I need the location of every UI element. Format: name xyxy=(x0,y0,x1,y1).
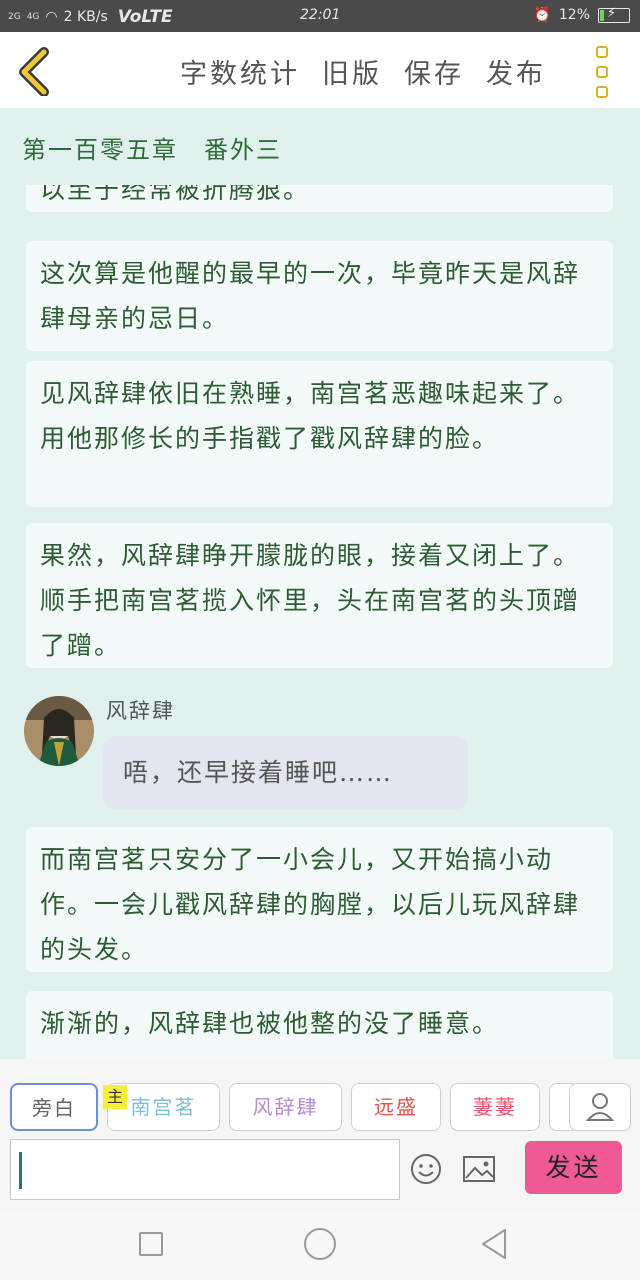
signal-2g: 2G xyxy=(8,12,21,22)
emoji-icon xyxy=(411,1154,441,1184)
text-caret xyxy=(19,1152,22,1189)
dialogue-bubble[interactable]: 唔，还早接着睡吧…… xyxy=(103,736,468,810)
message-input[interactable] xyxy=(10,1139,400,1200)
character-chip-narrator[interactable]: 旁白 xyxy=(10,1083,98,1131)
character-avatar-image xyxy=(24,696,94,766)
chapter-title: 第一百零五章 番外三 xyxy=(22,136,282,164)
paragraph-block[interactable]: 而南宫茗只安分了一小会儿，又开始搞小动作。一会儿戳风辞肆的胸膛，以后儿玩风辞肆的… xyxy=(26,827,613,972)
character-chip-qiqi[interactable]: 萋萋 xyxy=(450,1083,540,1131)
story-content[interactable]: 以至于经常被折腾狠。 这次算是他醒的最早的一次，毕竟昨天是风辞肆母亲的忌日。 见… xyxy=(0,185,640,1059)
menu-dot-icon xyxy=(596,66,608,78)
paragraph-block[interactable]: 见风辞肆依旧在熟睡，南宫茗恶趣味起来了。用他那修长的手指戳了戳风辞肆的脸。 xyxy=(26,361,613,507)
image-button[interactable] xyxy=(462,1154,496,1184)
chip-label: 旁白 xyxy=(32,1096,76,1120)
recent-apps-button[interactable] xyxy=(139,1232,163,1256)
paragraph-block[interactable]: 渐渐的，风辞肆也被他整的没了睡意。 xyxy=(26,991,613,1059)
user-icon xyxy=(585,1093,615,1121)
composer-panel: 旁白 南宫茗 主 风辞肆 远盛 萋萋 发送 xyxy=(0,1059,640,1211)
system-nav-bar xyxy=(0,1211,640,1280)
image-icon xyxy=(463,1156,495,1182)
battery-percent: 12% xyxy=(558,7,590,23)
emoji-button[interactable] xyxy=(410,1153,442,1185)
word-count-button[interactable]: 字数统计 xyxy=(180,52,300,91)
menu-dot-icon xyxy=(596,86,608,98)
alarm-icon: ⏰ xyxy=(533,7,551,23)
menu-dot-icon xyxy=(596,46,608,58)
toolbar-actions: 字数统计 旧版 保存 发布 xyxy=(180,52,546,91)
chip-label: 风辞肆 xyxy=(252,1095,319,1119)
character-chip-yuansheng[interactable]: 远盛 xyxy=(351,1083,441,1131)
save-button[interactable]: 保存 xyxy=(404,52,464,91)
speaker-name: 风辞肆 xyxy=(106,699,175,723)
battery-icon: ⚡ xyxy=(598,5,630,23)
paragraph-block[interactable]: 以至于经常被折腾狠。 xyxy=(26,185,613,212)
paragraph-block[interactable]: 果然，风辞肆睁开朦胧的眼，接着又闭上了。顺手把南宫茗揽入怀里，头在南宫茗的头顶蹭… xyxy=(26,523,613,668)
character-avatar[interactable] xyxy=(24,696,94,766)
top-toolbar: 字数统计 旧版 保存 发布 xyxy=(0,32,640,108)
network-speed: 2 KB/s xyxy=(63,9,108,25)
main-character-badge: 主 xyxy=(103,1085,127,1109)
paragraph-text: 渐渐的，风辞肆也被他整的没了睡意。 xyxy=(40,1009,500,1038)
battery-fill xyxy=(600,9,604,21)
character-manager-button[interactable] xyxy=(569,1083,631,1131)
paragraph-text: 以至于经常被折腾狠。 xyxy=(40,185,311,204)
signal-4g: 4G xyxy=(26,12,40,22)
charging-icon: ⚡ xyxy=(607,5,617,21)
paragraph-text: 而南宫茗只安分了一小会儿，又开始搞小动作。一会儿戳风辞肆的胸膛，以后儿玩风辞肆的… xyxy=(40,845,581,964)
old-version-button[interactable]: 旧版 xyxy=(322,52,382,91)
paragraph-text: 果然，风辞肆睁开朦胧的眼，接着又闭上了。顺手把南宫茗揽入怀里，头在南宫茗的头顶蹭… xyxy=(40,541,581,660)
send-button[interactable]: 发送 xyxy=(525,1141,622,1194)
volte-label: VoLTE xyxy=(117,7,173,27)
more-menu-button[interactable] xyxy=(596,46,614,98)
dialogue-text: 唔，还早接着睡吧…… xyxy=(123,758,394,787)
paragraph-text: 这次算是他醒的最早的一次，毕竟昨天是风辞肆母亲的忌日。 xyxy=(40,259,581,333)
chevron-left-icon xyxy=(19,47,49,97)
back-button[interactable] xyxy=(10,46,60,97)
back-triangle-icon xyxy=(482,1229,506,1259)
nav-back-button[interactable] xyxy=(478,1227,508,1261)
publish-button[interactable]: 发布 xyxy=(486,52,546,91)
paragraph-block[interactable]: 这次算是他醒的最早的一次，毕竟昨天是风辞肆母亲的忌日。 xyxy=(26,241,613,351)
clock: 22:01 xyxy=(300,7,341,23)
paragraph-text: 见风辞肆依旧在熟睡，南宫茗恶趣味起来了。用他那修长的手指戳了戳风辞肆的脸。 xyxy=(40,379,581,453)
wifi-icon: ◠ xyxy=(45,9,58,25)
chip-label: 萋萋 xyxy=(473,1095,517,1119)
chip-label: 南宫茗 xyxy=(130,1095,197,1119)
status-bar: 2G 4G ◠ 2 KB/s VoLTE 22:01 ⏰ 12% ⚡ xyxy=(0,0,640,32)
chip-label: 远盛 xyxy=(374,1095,418,1119)
home-button[interactable] xyxy=(304,1228,336,1260)
character-chip-feng[interactable]: 风辞肆 xyxy=(229,1083,342,1131)
